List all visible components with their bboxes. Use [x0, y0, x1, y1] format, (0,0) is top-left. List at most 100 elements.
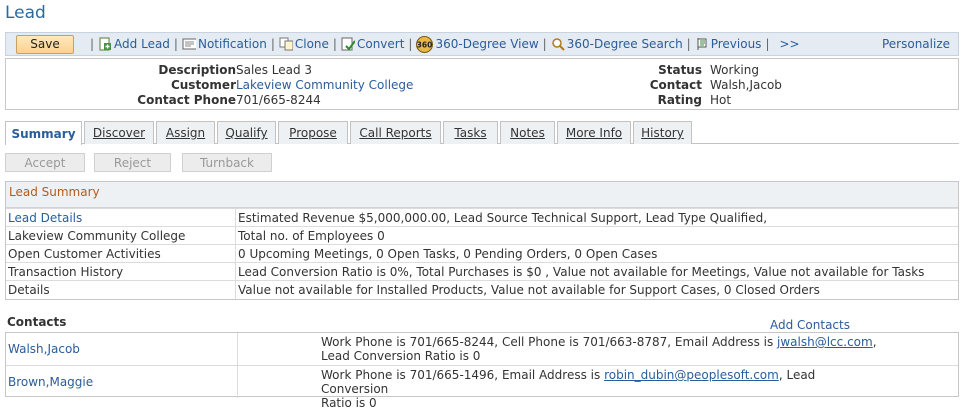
add-lead-icon — [98, 37, 112, 51]
contact-info: Work Phone is 701/665-8244, Cell Phone i… — [321, 335, 881, 363]
toolbar-separator: | — [542, 37, 547, 51]
row-value: 0 Upcoming Meetings, 0 Open Tasks, 0 Pen… — [238, 247, 658, 261]
tab-history[interactable]: History — [633, 121, 692, 144]
rating-label: Rating — [657, 93, 702, 107]
tab-qualify[interactable]: Qualify — [217, 121, 276, 144]
table-row: Lakeview Community College Total no. of … — [6, 226, 958, 245]
turnback-button[interactable]: Turnback — [182, 153, 272, 172]
lead-summary-grid: Lead Summary Lead Details Estimated Reve… — [5, 181, 959, 300]
add-lead-label: Add Lead — [114, 37, 170, 51]
row-label: Open Customer Activities — [8, 247, 161, 261]
row-label: Transaction History — [8, 265, 124, 279]
tab-tasks[interactable]: Tasks — [443, 121, 498, 144]
contacts-grid: Walsh,Jacob Work Phone is 701/665-8244, … — [5, 332, 959, 410]
360-icon: 360 — [416, 35, 434, 53]
toolbar-separator: | — [332, 37, 337, 51]
column-divider — [235, 209, 236, 227]
convert-button[interactable]: Convert — [341, 37, 404, 51]
contact-info-text: Ratio is 0 — [321, 396, 377, 410]
contact-value: Walsh,Jacob — [710, 78, 782, 92]
tab-notes[interactable]: Notes — [500, 121, 555, 144]
row-value: Lead Conversion Ratio is 0%, Total Purch… — [238, 265, 925, 279]
360-degree-view-button[interactable]: 360 360-Degree View — [416, 35, 539, 53]
column-divider — [235, 227, 236, 245]
previous-button[interactable]: Previous — [695, 37, 762, 51]
status-label: Status — [658, 63, 702, 77]
accept-button[interactable]: Accept — [5, 153, 85, 172]
add-contacts-link[interactable]: Add Contacts — [770, 318, 850, 332]
toolbar-separator: | — [686, 37, 691, 51]
convert-icon — [341, 37, 355, 51]
notification-button[interactable]: Notification — [182, 37, 267, 51]
lead-details-link[interactable]: Lead Details — [8, 211, 82, 225]
contact-label: Contact — [649, 78, 702, 92]
toolbar-separator: | — [90, 37, 95, 51]
toolbar-separator: | — [173, 37, 178, 51]
column-divider — [237, 333, 238, 365]
page-title: Lead — [5, 3, 46, 23]
email-link[interactable]: jwalsh@lcc.com — [777, 335, 873, 349]
description-value: Sales Lead 3 — [236, 63, 313, 77]
rating-value: Hot — [710, 93, 732, 107]
table-row: Walsh,Jacob Work Phone is 701/665-8244, … — [6, 333, 958, 365]
contact-name-link[interactable]: Brown,Maggie — [8, 375, 93, 389]
table-row: Transaction History Lead Conversion Rati… — [6, 262, 958, 281]
table-row: Brown,Maggie Work Phone is 701/665-1496,… — [6, 365, 958, 410]
personalize-link[interactable]: Personalize — [882, 37, 950, 51]
contact-name-link[interactable]: Walsh,Jacob — [8, 342, 80, 356]
toolbar-separator: | — [270, 37, 275, 51]
clone-icon — [279, 37, 293, 51]
tab-propose[interactable]: Propose — [278, 121, 348, 144]
contact-info-text: Lead Conversion Ratio is 0 — [321, 349, 481, 363]
save-button[interactable]: Save — [16, 34, 74, 54]
customer-label: Customer — [170, 78, 236, 92]
contact-info-text: , — [872, 335, 877, 349]
column-divider — [237, 366, 238, 398]
tab-call-reports[interactable]: Call Reports — [350, 121, 441, 144]
previous-label: Previous — [710, 37, 762, 51]
tab-bar: Summary Discover Assign Qualify Propose … — [5, 121, 959, 145]
contact-info-text: Work Phone is 701/665-8244, Cell Phone i… — [321, 335, 778, 349]
reject-button[interactable]: Reject — [94, 153, 171, 172]
toolbar-separator: | — [408, 37, 413, 51]
tab-more-info[interactable]: More Info — [557, 121, 631, 144]
lead-header: Description Sales Lead 3 Customer Lakevi… — [5, 58, 959, 110]
notification-icon — [182, 37, 196, 51]
contact-phone-label: Contact Phone — [137, 93, 236, 107]
notification-label: Notification — [197, 37, 267, 51]
status-value: Working — [710, 63, 759, 77]
table-row: Details Value not available for Installe… — [6, 280, 958, 299]
lead-details-value: Estimated Revenue $5,000,000.00, Lead So… — [238, 211, 768, 225]
table-row: Lead Details Estimated Revenue $5,000,00… — [6, 208, 958, 227]
clone-button[interactable]: Clone — [279, 37, 329, 51]
tab-assign[interactable]: Assign — [156, 121, 215, 144]
contact-info-text: Work Phone is 701/665-1496, Email Addres… — [321, 368, 605, 382]
column-divider — [235, 245, 236, 263]
column-divider — [235, 281, 236, 299]
toolbar-separator: | — [765, 37, 770, 51]
table-row: Open Customer Activities 0 Upcoming Meet… — [6, 244, 958, 263]
email-link[interactable]: robin_dubin@peoplesoft.com — [604, 368, 779, 382]
contact-phone-value: 701/665-8244 — [236, 93, 321, 107]
clone-label: Clone — [294, 37, 329, 51]
previous-icon — [695, 37, 709, 51]
contacts-title: Contacts — [7, 315, 67, 329]
lead-summary-title: Lead Summary — [6, 182, 958, 208]
360-degree-search-label: 360-Degree Search — [566, 37, 683, 51]
row-value: Value not available for Installed Produc… — [238, 283, 820, 297]
360-degree-view-label: 360-Degree View — [435, 37, 539, 51]
add-lead-button[interactable]: Add Lead — [98, 37, 170, 51]
column-divider — [235, 263, 236, 281]
toolbar: Save | Add Lead | Notification | Clone |… — [5, 32, 959, 56]
more-button[interactable]: >> — [779, 37, 799, 51]
360-degree-search-button[interactable]: 360-Degree Search — [551, 37, 683, 51]
search-icon — [551, 37, 565, 51]
360-icon-text: 360 — [417, 40, 433, 49]
row-label: Details — [8, 283, 50, 297]
tab-summary[interactable]: Summary — [5, 121, 82, 145]
convert-label: Convert — [356, 37, 405, 51]
customer-link[interactable]: Lakeview Community College — [236, 78, 413, 92]
row-value: Total no. of Employees 0 — [238, 229, 385, 243]
tab-discover[interactable]: Discover — [84, 121, 154, 144]
row-label: Lakeview Community College — [8, 229, 186, 243]
